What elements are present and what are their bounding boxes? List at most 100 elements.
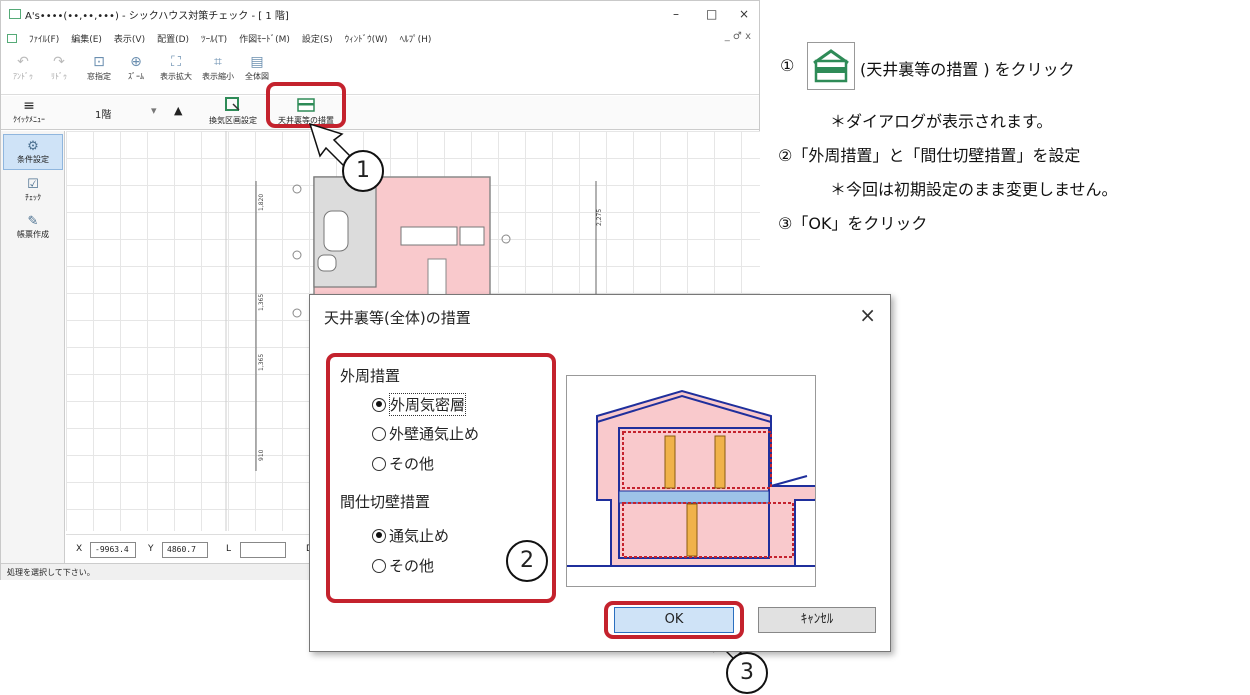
zoom-window-button[interactable]: ⊡ 窓指定	[81, 53, 117, 82]
overview-icon: ▤	[250, 54, 264, 70]
undo-label: ｱﾝﾄﾞｩ	[13, 72, 33, 81]
floor-down-icon[interactable]: ▾	[151, 104, 157, 117]
step2-text: ②「外周措置」と「間仕切壁措置」を設定	[778, 146, 1081, 165]
menu-edit[interactable]: 編集(E)	[71, 32, 102, 45]
l-field[interactable]	[240, 542, 286, 558]
callout-1: 1	[342, 150, 384, 192]
hamburger-icon: ≡	[23, 98, 35, 114]
floor-up-icon[interactable]: ▲	[174, 104, 182, 117]
close-button[interactable]: ×	[739, 7, 749, 21]
zoom-out-label: 表示縮小	[202, 72, 234, 81]
zoom-out-button[interactable]: ⌗ 表示縮小	[200, 53, 236, 82]
radio-dot	[372, 426, 386, 441]
x-coord-field[interactable]: -9963.4	[90, 542, 136, 558]
sidebar-item-label: ﾁｪｯｸ	[25, 193, 41, 202]
dim-label: 910	[258, 449, 265, 461]
radio-dot	[372, 456, 386, 471]
secondary-toolbar: ≡ ｸｲｯｸﾒﾆｭｰ 1階 ▾ ▲ 換気区画設定 天井裏等の措置	[1, 96, 759, 130]
maximize-button[interactable]: □	[706, 7, 717, 21]
step1-note: ＊ダイアログが表示されます。	[830, 112, 1053, 131]
sidebar-item-conditions[interactable]: ⚙ 条件設定	[3, 134, 63, 170]
radio-dot	[372, 558, 386, 573]
condition-settings-icon: ⚙	[27, 139, 39, 154]
floor-select[interactable]: 1階	[95, 106, 111, 121]
quick-menu-button[interactable]: ≡ ｸｲｯｸﾒﾆｭｰ	[7, 98, 51, 125]
outer-measure-label: 外周措置	[340, 367, 401, 385]
vent-zone-icon	[225, 97, 240, 111]
vent-zone-label: 換気区画設定	[209, 116, 257, 125]
redo-button[interactable]: ↷ ﾘﾄﾞｩ	[41, 53, 77, 82]
l-label: L	[226, 544, 232, 554]
app-icon	[9, 9, 21, 19]
zoom-icon: ⊕	[130, 54, 142, 70]
dialog-close-button[interactable]: ×	[859, 303, 876, 327]
callout-2: 2	[506, 540, 548, 582]
dim-label: 1,365	[258, 354, 265, 371]
dim-label: 1,820	[258, 194, 265, 211]
step1-text: (天井裏等の措置 ) をクリック	[860, 60, 1075, 79]
zoom-in-label: 表示拡大	[160, 72, 192, 81]
menu-window[interactable]: ｳｨﾝﾄﾞｳ(W)	[345, 32, 388, 45]
ok-button[interactable]: OK	[614, 607, 734, 633]
quick-menu-label: ｸｲｯｸﾒﾆｭｰ	[13, 115, 45, 124]
zoom-in-icon: ⛶	[171, 54, 181, 70]
radio-outer-wall-stop[interactable]: 外壁通気止め	[372, 423, 479, 444]
menu-draw-mode[interactable]: 作図ﾓｰﾄﾞ(M)	[239, 32, 290, 45]
zoom-in-button[interactable]: ⛶ 表示拡大	[158, 53, 194, 82]
undo-button[interactable]: ↶ ｱﾝﾄﾞｩ	[5, 53, 41, 82]
doc-icon	[7, 33, 17, 43]
menu-place[interactable]: 配置(D)	[157, 32, 189, 45]
radio-label: 外壁通気止め	[389, 425, 480, 443]
y-label: Y	[148, 544, 154, 554]
dim-label: 2,275	[596, 209, 603, 226]
ceiling-measure-icon	[813, 49, 849, 83]
radio-outer-airtight[interactable]: 外周気密層	[372, 393, 467, 416]
dialog-title: 天井裏等(全体)の措置	[324, 309, 471, 327]
minimize-button[interactable]: –	[673, 7, 679, 21]
y-coord-field[interactable]: 4860.7	[162, 542, 208, 558]
radio-outer-other[interactable]: その他	[372, 453, 434, 474]
radio-partition-other[interactable]: その他	[372, 555, 434, 576]
title-bar: A's••••(••,••,•••) - シックハウス対策チェック - [ 1 …	[1, 1, 759, 27]
x-label: X	[76, 544, 83, 554]
radio-dot-selected	[372, 528, 386, 543]
house-section-diagram	[567, 389, 830, 567]
sidebar-item-check[interactable]: ☑ ﾁｪｯｸ	[3, 173, 63, 207]
sidebar-item-label: 条件設定	[17, 155, 49, 164]
undo-icon: ↶	[17, 54, 29, 70]
radio-partition-stop[interactable]: 通気止め	[372, 525, 449, 546]
step2-note: ＊今回は初期設定のまま変更しません。	[830, 180, 1118, 199]
vent-zone-button[interactable]: 換気区画設定	[203, 97, 263, 126]
callout-3: 3	[726, 652, 768, 694]
radio-label: その他	[389, 455, 435, 473]
main-toolbar: ↶ ｱﾝﾄﾞｩ ↷ ﾘﾄﾞｩ ⊡ 窓指定 ⊕ ｽﾞｰﾑ ⛶ 表示拡大 ⌗ 表示縮小 ▤ 全体図	[1, 51, 759, 95]
menu-settings[interactable]: 設定(S)	[302, 32, 333, 45]
ceiling-measure-dialog: 天井裏等(全体)の措置 × 外周措置 外周気密層 外壁通気止め その他 間仕切壁…	[309, 294, 891, 652]
check-icon: ☑	[27, 177, 39, 192]
menu-help[interactable]: ﾍﾙﾌﾟ(H)	[400, 32, 432, 45]
step1-number: ①	[780, 56, 795, 75]
menu-file[interactable]: ﾌｧｲﾙ(F)	[29, 32, 59, 45]
zoom-out-icon: ⌗	[214, 54, 222, 70]
cancel-button[interactable]: ｷｬﾝｾﾙ	[758, 607, 876, 633]
step3-text: ③「OK」をクリック	[778, 214, 928, 233]
house-section-preview	[566, 375, 830, 587]
ceiling-measure-icon-large	[807, 42, 855, 90]
menu-tools[interactable]: ﾂｰﾙ(T)	[201, 32, 227, 45]
radio-dot-selected	[372, 397, 386, 412]
partition-measure-label: 間仕切壁措置	[340, 493, 431, 511]
overview-button[interactable]: ▤ 全体図	[239, 53, 275, 82]
sidebar-item-label: 帳票作成	[17, 230, 49, 239]
sidebar-item-report[interactable]: ✎ 帳票作成	[3, 210, 63, 244]
report-icon: ✎	[27, 214, 39, 229]
radio-label: 外周気密層	[389, 393, 467, 416]
mdi-controls[interactable]: _ ♂ x	[725, 31, 751, 42]
sidebar: ⚙ 条件設定 ☑ ﾁｪｯｸ ✎ 帳票作成	[1, 131, 65, 563]
zoom-label: ｽﾞｰﾑ	[128, 72, 144, 81]
zoom-button[interactable]: ⊕ ｽﾞｰﾑ	[118, 53, 154, 82]
radio-label: 通気止め	[389, 527, 450, 545]
menu-bar: ﾌｧｲﾙ(F) 編集(E) 表示(V) 配置(D) ﾂｰﾙ(T) 作図ﾓｰﾄﾞ(…	[1, 27, 759, 49]
radio-label: その他	[389, 557, 435, 575]
menu-view[interactable]: 表示(V)	[114, 32, 145, 45]
zoom-window-icon: ⊡	[93, 54, 105, 70]
